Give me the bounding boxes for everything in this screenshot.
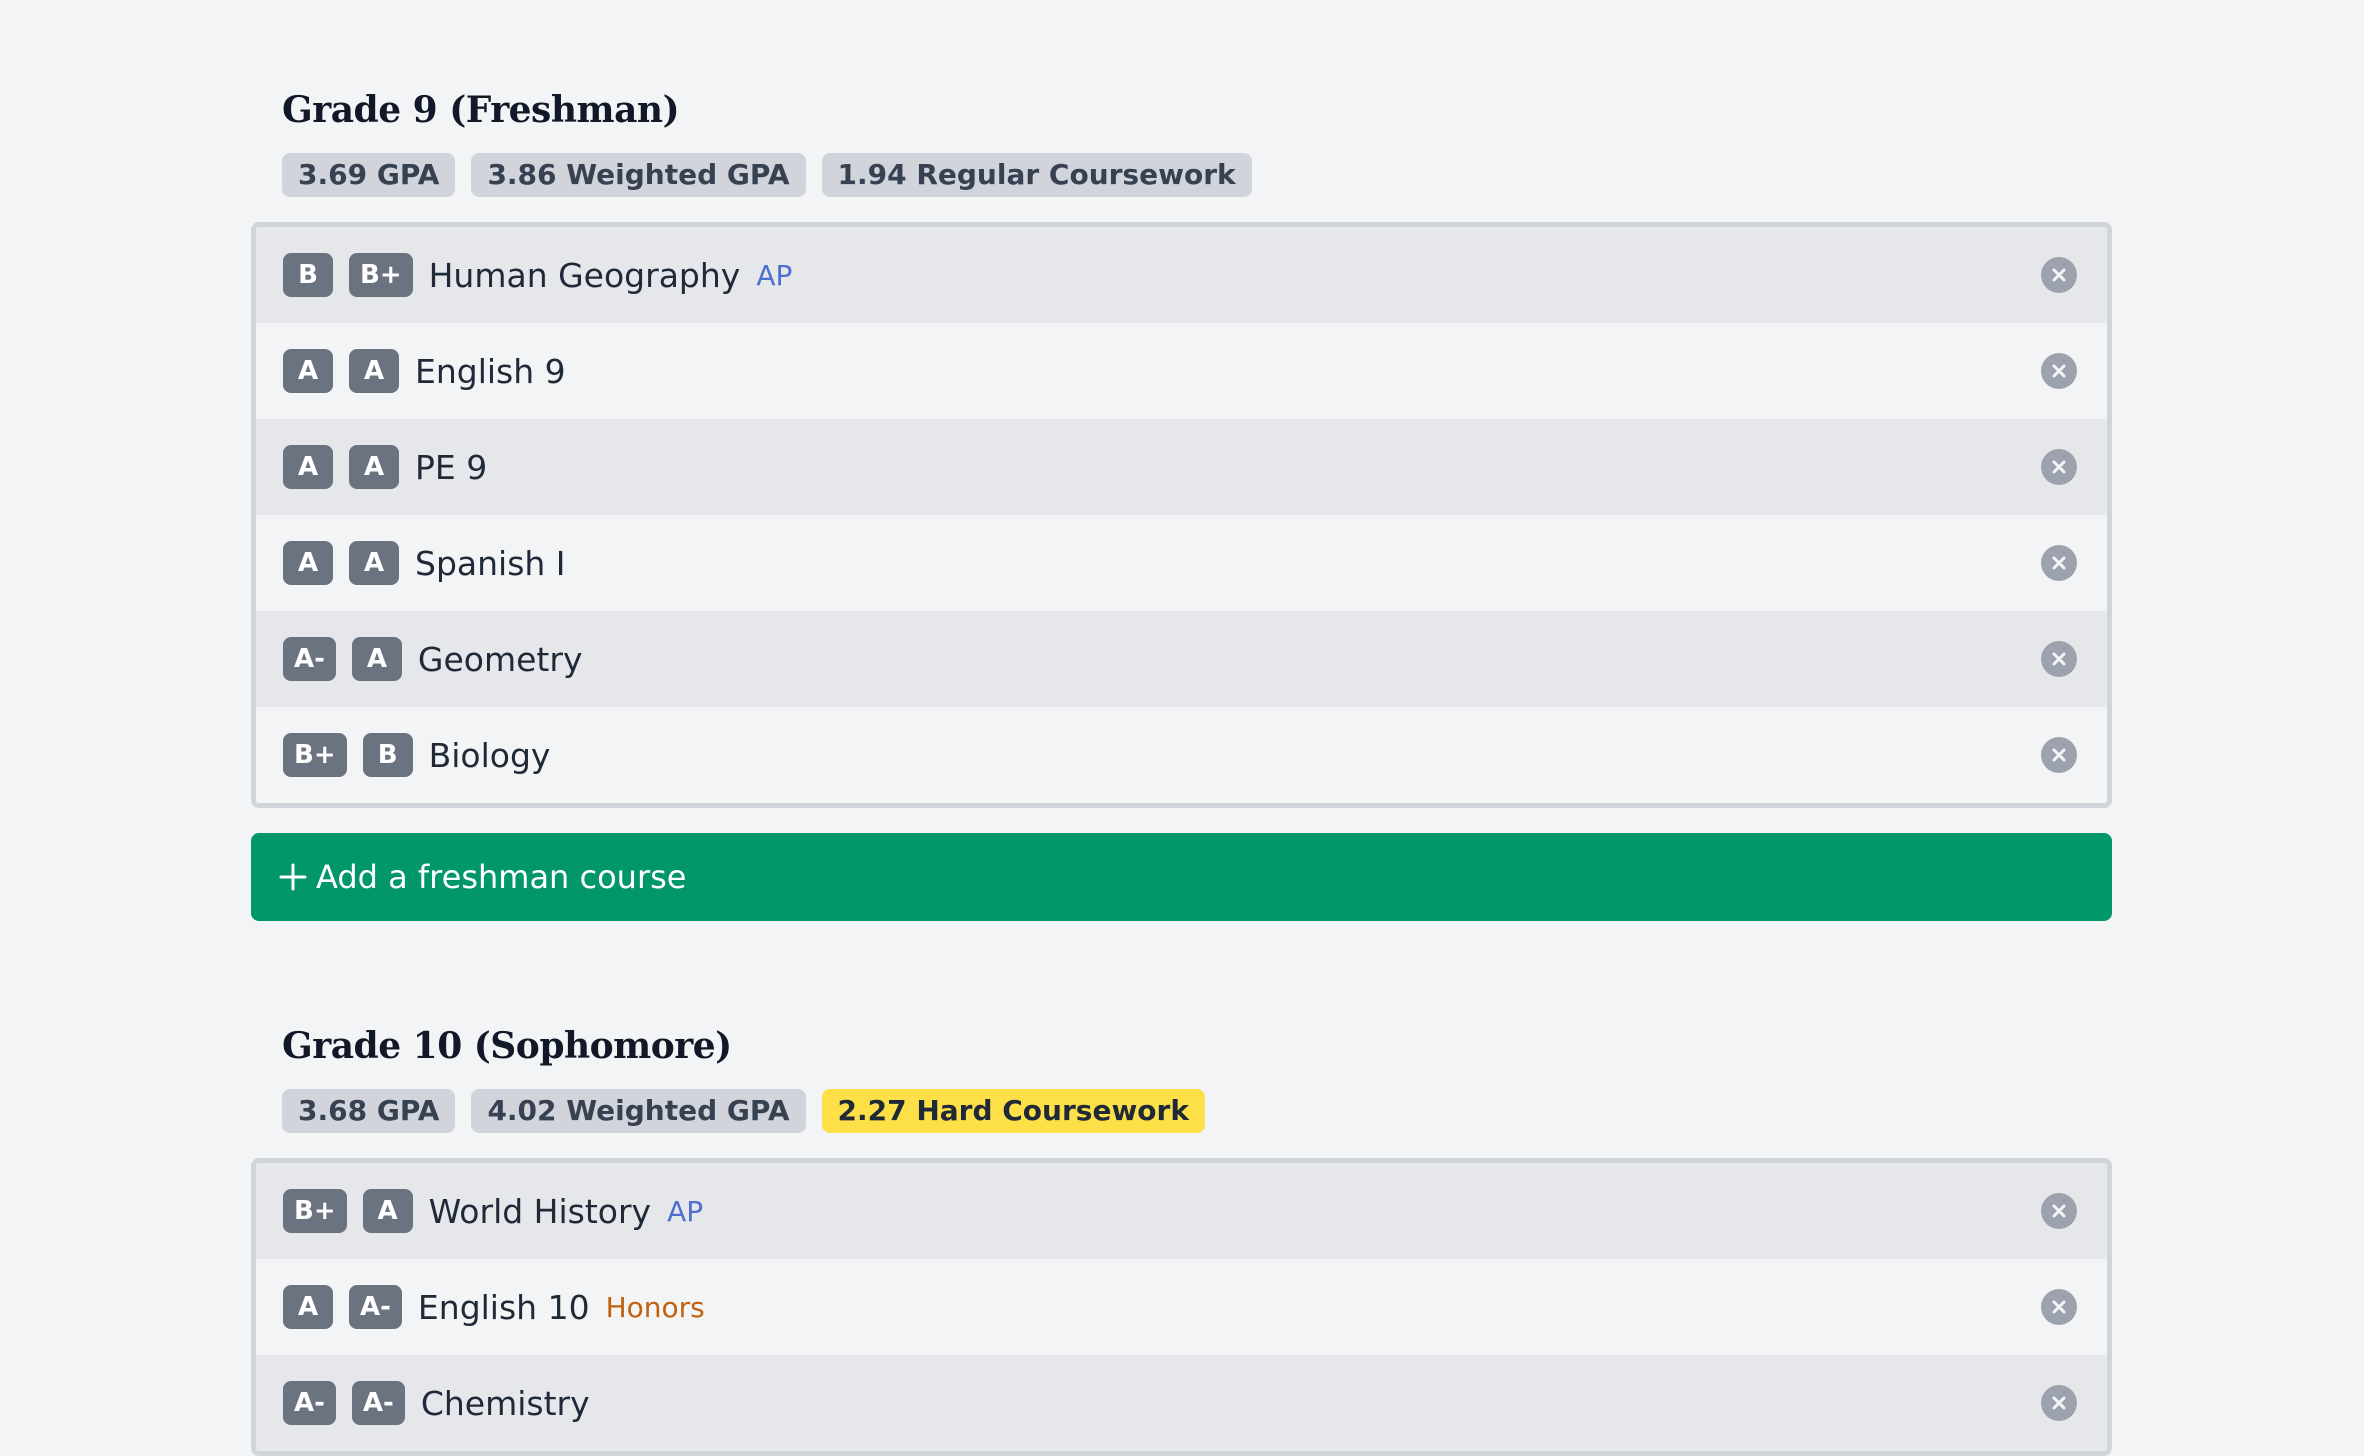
semester-1-grade-badge[interactable]: B	[283, 253, 333, 297]
semester-2-grade-badge[interactable]: A	[362, 1189, 413, 1233]
semester-1-grade-badge[interactable]: A	[283, 1285, 333, 1329]
semester-1-grade-badge[interactable]: A-	[283, 637, 336, 681]
grade-section-freshman: Grade 9 (Freshman) 3.69 GPA 3.86 Weighte…	[251, 92, 2112, 921]
remove-course-button[interactable]	[2041, 641, 2077, 677]
semester-2-grade-badge[interactable]: A-	[349, 1285, 402, 1329]
course-name: English 10	[417, 1287, 590, 1327]
semester-1-grade-badge[interactable]: A	[283, 445, 333, 489]
remove-course-button[interactable]	[2041, 257, 2077, 293]
close-icon	[2052, 460, 2066, 474]
add-freshman-course-button[interactable]: Add a freshman course	[251, 833, 2112, 921]
close-icon	[2052, 556, 2066, 570]
semester-1-grade-badge[interactable]: B+	[283, 1189, 347, 1233]
close-icon	[2052, 268, 2066, 282]
course-name: Geometry	[417, 639, 583, 679]
grade-title: Grade 10 (Sophomore)	[282, 1025, 732, 1067]
course-row[interactable]: B+ A World History AP	[256, 1163, 2107, 1259]
gpa-badge: 3.69 GPA	[282, 153, 456, 197]
course-row[interactable]: B+ B Biology	[256, 707, 2107, 803]
close-icon	[2052, 1396, 2066, 1410]
page-content: Grade 9 (Freshman) 3.69 GPA 3.86 Weighte…	[251, 0, 2112, 1456]
remove-course-button[interactable]	[2041, 545, 2077, 581]
semester-2-grade-badge[interactable]: A	[349, 445, 399, 489]
close-icon	[2052, 364, 2066, 378]
remove-course-button[interactable]	[2041, 737, 2077, 773]
semester-2-grade-badge[interactable]: B	[362, 733, 413, 777]
course-row[interactable]: A A Spanish I	[256, 515, 2107, 611]
gpa-badge: 3.68 GPA	[282, 1089, 456, 1133]
remove-course-button[interactable]	[2041, 1289, 2077, 1325]
course-row[interactable]: A- A- Chemistry	[256, 1355, 2107, 1451]
plus-icon	[278, 862, 308, 892]
semester-2-grade-badge[interactable]: B+	[349, 253, 413, 297]
semester-2-grade-badge[interactable]: A	[349, 349, 399, 393]
course-name: Human Geography	[428, 255, 741, 295]
stats-row: 3.68 GPA 4.02 Weighted GPA 2.27 Hard Cou…	[251, 1089, 2112, 1133]
coursework-badge: 2.27 Hard Coursework	[821, 1089, 1205, 1133]
close-icon	[2052, 1300, 2066, 1314]
semester-2-grade-badge[interactable]: A	[351, 637, 402, 681]
course-level-tag: AP	[756, 258, 793, 292]
course-name: PE 9	[415, 447, 488, 487]
close-icon	[2052, 748, 2066, 762]
remove-course-button[interactable]	[2041, 1385, 2077, 1421]
course-list: B+ A World History AP A A- English 10 Ho…	[251, 1158, 2112, 1456]
coursework-badge: 1.94 Regular Coursework	[821, 153, 1252, 197]
course-name: Spanish I	[415, 543, 566, 583]
course-row[interactable]: A A PE 9	[256, 419, 2107, 515]
semester-1-grade-badge[interactable]: A	[283, 349, 333, 393]
grade-section-sophomore: Grade 10 (Sophomore) 3.68 GPA 4.02 Weigh…	[251, 1028, 2112, 1456]
course-list: B B+ Human Geography AP A A English 9 A …	[251, 222, 2112, 808]
close-icon	[2052, 1204, 2066, 1218]
course-row[interactable]: A A English 9	[256, 323, 2107, 419]
weighted-gpa-badge: 4.02 Weighted GPA	[471, 1089, 806, 1133]
weighted-gpa-badge: 3.86 Weighted GPA	[471, 153, 806, 197]
course-name: Biology	[428, 735, 551, 775]
semester-2-grade-badge[interactable]: A	[349, 541, 399, 585]
course-name: Chemistry	[420, 1383, 590, 1423]
remove-course-button[interactable]	[2041, 353, 2077, 389]
semester-1-grade-badge[interactable]: A	[283, 541, 333, 585]
semester-2-grade-badge[interactable]: A-	[351, 1381, 405, 1425]
semester-1-grade-badge[interactable]: B+	[283, 733, 347, 777]
grade-title: Grade 9 (Freshman)	[282, 89, 680, 131]
stats-row: 3.69 GPA 3.86 Weighted GPA 1.94 Regular …	[251, 153, 2112, 197]
remove-course-button[interactable]	[2041, 1193, 2077, 1229]
course-row[interactable]: A- A Geometry	[256, 611, 2107, 707]
semester-1-grade-badge[interactable]: A-	[283, 1381, 336, 1425]
remove-course-button[interactable]	[2041, 449, 2077, 485]
course-name: English 9	[415, 351, 566, 391]
course-level-tag: AP	[667, 1194, 704, 1228]
add-course-label: Add a freshman course	[316, 858, 687, 896]
course-level-tag: Honors	[605, 1290, 705, 1324]
course-name: World History	[428, 1191, 652, 1231]
course-row[interactable]: A A- English 10 Honors	[256, 1259, 2107, 1355]
close-icon	[2052, 652, 2066, 666]
course-row[interactable]: B B+ Human Geography AP	[256, 227, 2107, 323]
